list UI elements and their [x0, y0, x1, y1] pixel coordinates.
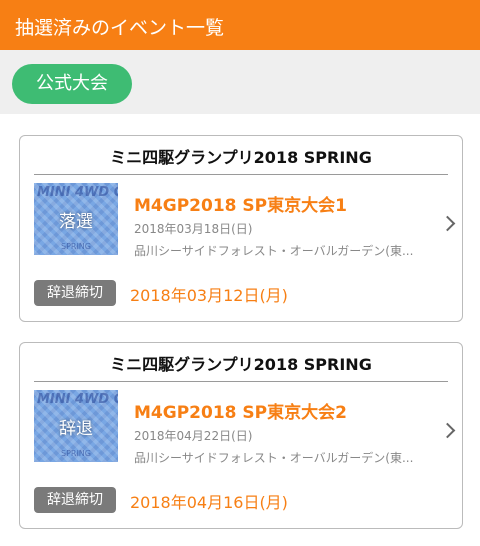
chevron-right-icon[interactable] — [439, 422, 456, 439]
event-card[interactable]: ミニ四駆グランプリ2018 SPRING MINI 4WD GRAND PRIX… — [19, 135, 463, 322]
app-header: 抽選済みのイベント一覧 — [0, 0, 480, 50]
divider — [34, 381, 448, 382]
thumbnail-sub-text: SPRING — [60, 242, 91, 251]
lottery-status: 落選 — [59, 212, 93, 232]
event-date: 2018年04月22日(日) — [134, 429, 253, 443]
chevron-right-icon[interactable] — [439, 215, 456, 232]
event-thumbnail: MINI 4WD GRAND PRIX 2018 SPRING 辞退 — [34, 390, 118, 462]
series-title: ミニ四駆グランプリ2018 SPRING — [110, 355, 372, 374]
decline-deadline-date: 2018年03月12日(月) — [130, 286, 288, 305]
thumbnail-logo-text: MINI 4WD GRAND PRIX 2018 — [37, 185, 118, 200]
decline-deadline-date: 2018年04月16日(月) — [130, 493, 288, 512]
event-title: M4GP2018 SP東京大会1 — [134, 196, 347, 216]
event-date: 2018年03月18日(日) — [134, 222, 253, 236]
event-thumbnail: MINI 4WD GRAND PRIX 2018 SPRING 落選 — [34, 183, 118, 255]
event-list: ミニ四駆グランプリ2018 SPRING MINI 4WD GRAND PRIX… — [0, 114, 480, 546]
divider — [34, 174, 448, 175]
thumbnail-logo-text: MINI 4WD GRAND PRIX 2018 — [37, 392, 118, 407]
page-title: 抽選済みのイベント一覧 — [15, 17, 225, 39]
category-official-button[interactable]: 公式大会 — [12, 64, 132, 104]
decline-deadline-badge: 辞退締切 — [34, 487, 116, 513]
series-title: ミニ四駆グランプリ2018 SPRING — [110, 148, 372, 167]
event-venue: 品川シーサイドフォレスト・オーバルガーデン(東... — [134, 244, 414, 258]
event-title: M4GP2018 SP東京大会2 — [134, 403, 347, 423]
event-venue: 品川シーサイドフォレスト・オーバルガーデン(東... — [134, 451, 414, 465]
lottery-status: 辞退 — [59, 419, 93, 439]
thumbnail-sub-text: SPRING — [60, 449, 91, 458]
event-card[interactable]: ミニ四駆グランプリ2018 SPRING MINI 4WD GRAND PRIX… — [19, 342, 463, 529]
decline-deadline-badge: 辞退締切 — [34, 280, 116, 306]
category-bar: 公式大会 — [0, 50, 480, 114]
